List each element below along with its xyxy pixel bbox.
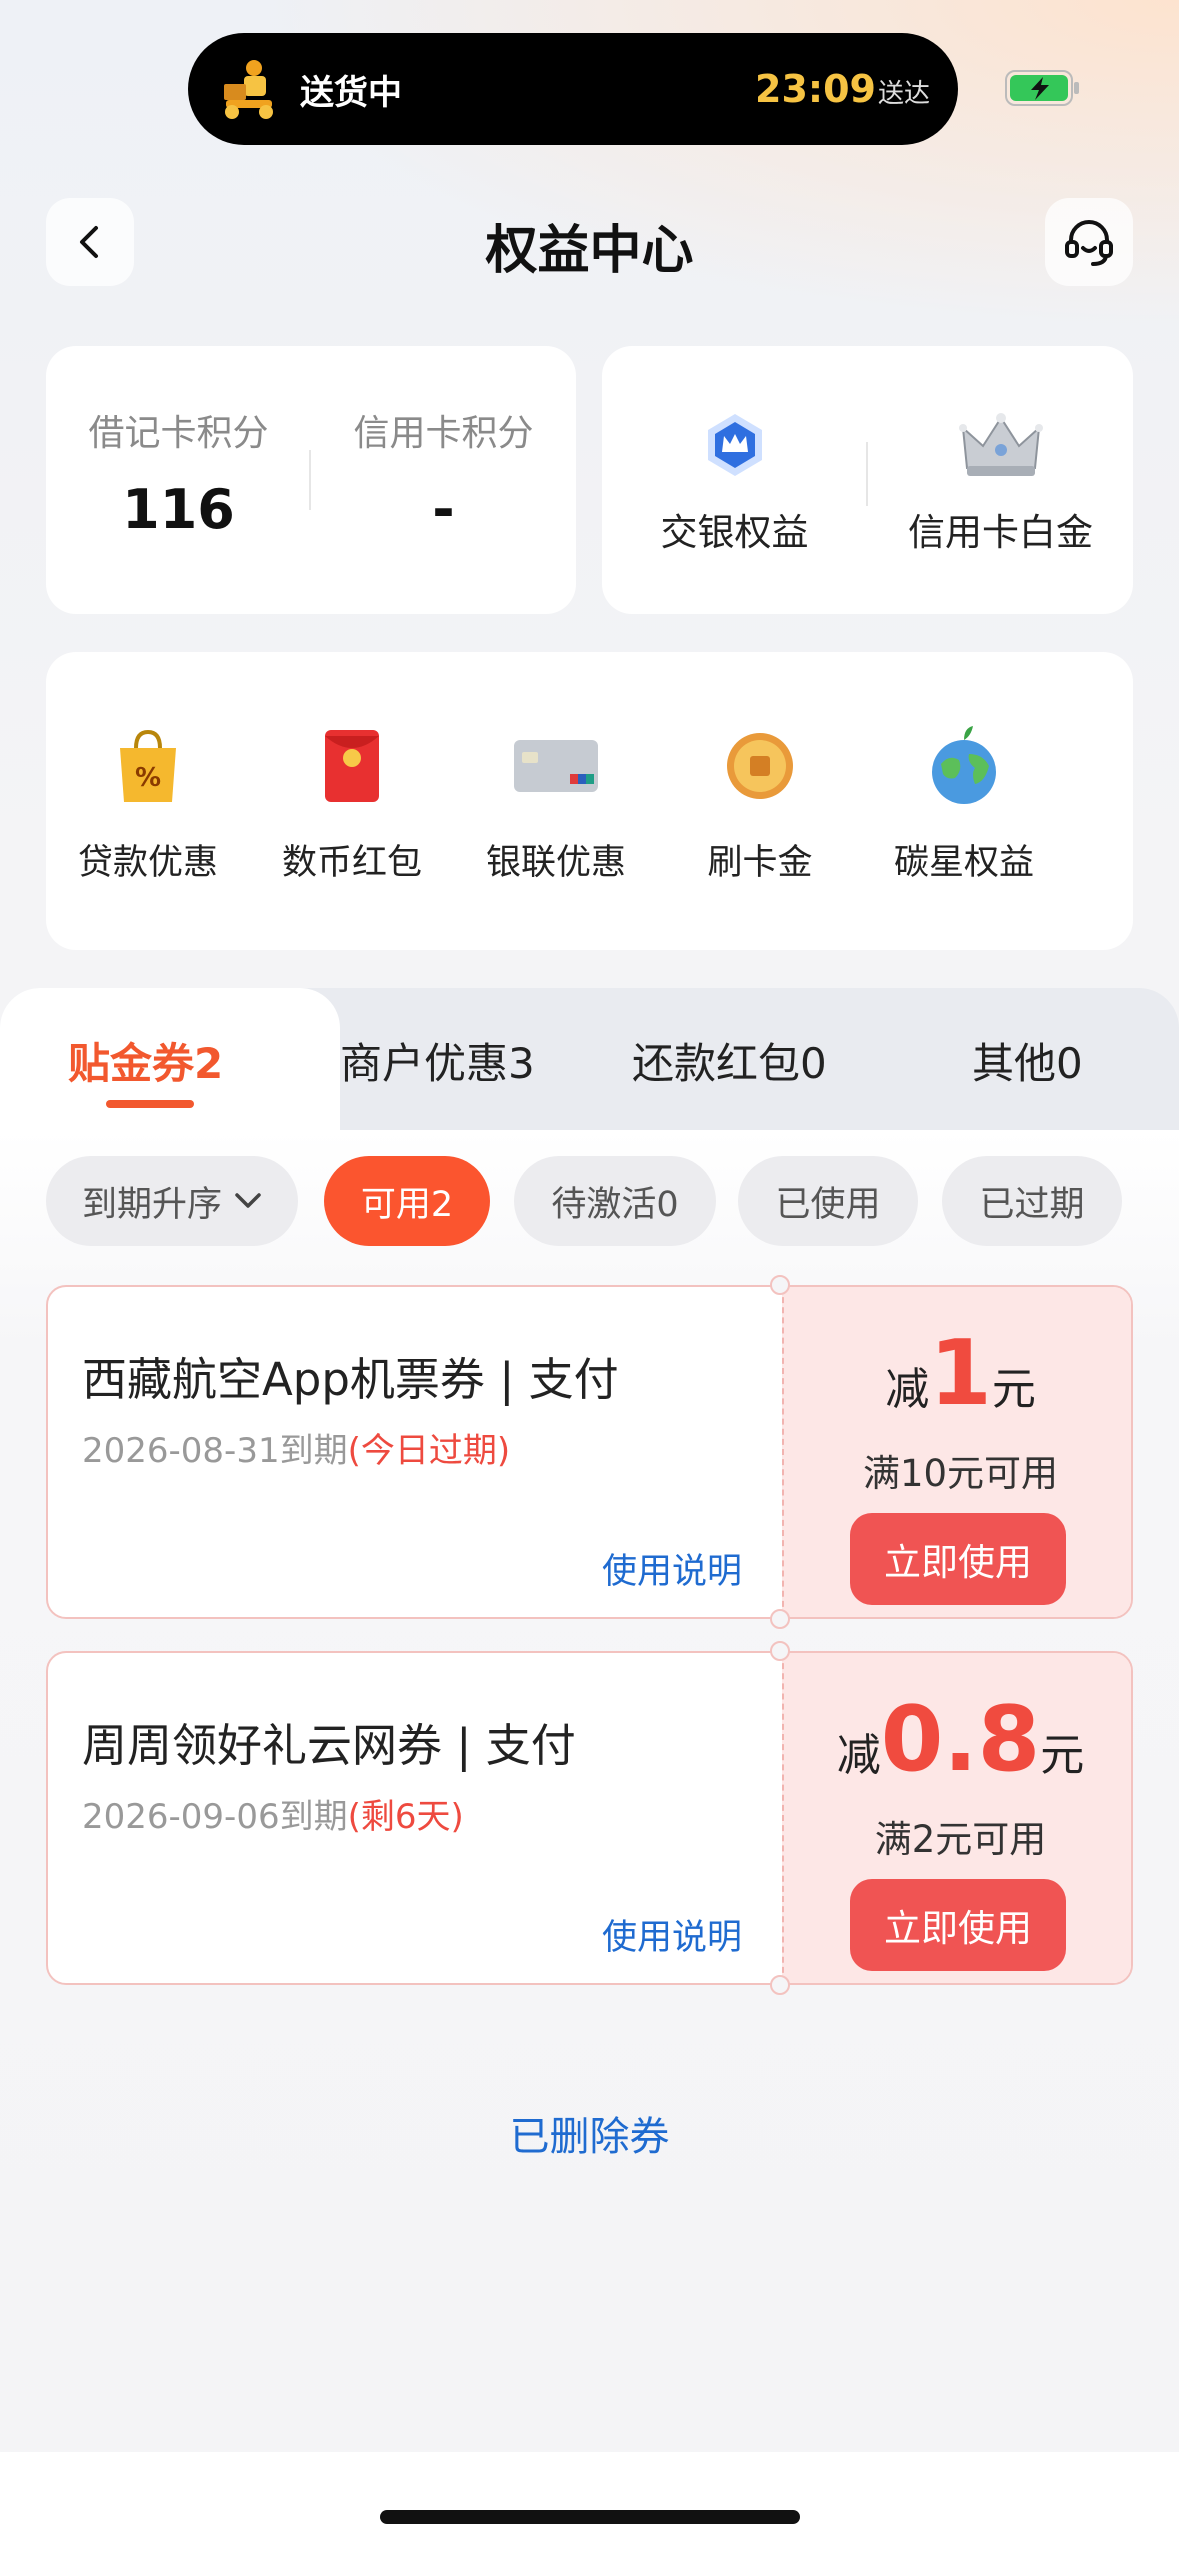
bank-card-icon <box>514 740 598 792</box>
deleted-coupons-link[interactable]: 已删除券 <box>0 2104 1179 2162</box>
sort-dropdown[interactable]: 到期升序 <box>46 1156 298 1246</box>
credit-points-label: 信用卡积分 <box>353 413 534 454</box>
discount-amount: 1 <box>929 1321 992 1426</box>
coupon-discount: 减0.8元 <box>784 1695 1131 1785</box>
shortcut-loan-discount[interactable]: % 贷款优惠 <box>46 724 250 885</box>
tab-others[interactable]: 其他0 <box>972 1030 1083 1091</box>
delivery-status: 送货中 <box>300 72 402 113</box>
shortcut-label: 银联优惠 <box>485 843 626 883</box>
coupon-condition: 满10元可用 <box>862 1452 1059 1495</box>
eta: 23:09 送达 <box>755 67 930 111</box>
coupon-expiry-date: 2026-09-06到期 <box>82 1797 348 1837</box>
filter-available[interactable]: 可用2 <box>324 1156 490 1246</box>
shortcuts-card: % 贷款优惠 数币红包 银联优惠 刷卡金 碳星权益 <box>46 652 1133 950</box>
shortcut-carbon-star[interactable]: 碳星权益 <box>862 724 1066 885</box>
credit-points[interactable]: 信用卡积分 - <box>311 404 576 541</box>
tab-repayment-red-envelopes[interactable]: 还款红包0 <box>632 1030 827 1091</box>
shortcut-label: 刷卡金 <box>707 843 813 883</box>
filter-used[interactable]: 已使用 <box>738 1156 918 1246</box>
debit-points-value: 116 <box>122 478 235 541</box>
shortcut-label: 数币红包 <box>281 843 422 883</box>
credit-points-value: - <box>432 478 455 541</box>
shortcut-unionpay-discount[interactable]: 银联优惠 <box>454 724 658 885</box>
coupon-card: 周周领好礼云网券 | 支付 2026-09-06到期(剩6天) 使用说明 减0.… <box>46 1651 1133 1985</box>
shopping-bag-icon: % <box>120 729 176 802</box>
coupon-value-panel: 减0.8元 满2元可用 立即使用 <box>782 1653 1131 1983</box>
coupon-notch <box>770 1609 790 1629</box>
coupon-notch <box>770 1275 790 1295</box>
tab-merchant-offers[interactable]: 商户优惠3 <box>340 1030 535 1091</box>
coupon-title: 西藏航空App机票券 | 支付 <box>82 1353 619 1406</box>
battery-icon <box>1005 70 1079 106</box>
shortcut-label: 贷款优惠 <box>77 843 218 883</box>
coupon-notch <box>770 1975 790 1995</box>
coin-icon <box>727 733 793 799</box>
coupon-value-panel: 减1元 满10元可用 立即使用 <box>782 1287 1131 1617</box>
bocom-rights[interactable]: 交银权益 <box>602 406 867 556</box>
rights-card: 交银权益 信用卡白金 <box>602 346 1133 614</box>
silver-crown-icon <box>958 413 1043 476</box>
shortcut-card-gold[interactable]: 刷卡金 <box>658 724 862 885</box>
eta-suffix: 送达 <box>877 79 930 109</box>
bocom-rights-label: 交银权益 <box>660 511 809 554</box>
filter-expired[interactable]: 已过期 <box>942 1156 1122 1246</box>
page-title: 权益中心 <box>485 221 694 281</box>
coupon-title: 周周领好礼云网券 | 支付 <box>82 1719 576 1772</box>
coupon-expiry-note: (剩6天) <box>347 1797 464 1837</box>
coupon-condition: 满2元可用 <box>874 1818 1047 1861</box>
coupon-notch <box>770 1641 790 1661</box>
discount-unit: 元 <box>1040 1730 1085 1781</box>
eta-time: 23:09 <box>755 67 876 111</box>
use-now-button[interactable]: 立即使用 <box>850 1879 1066 1971</box>
red-envelope-icon <box>325 730 379 802</box>
chevron-down-icon <box>234 1192 262 1210</box>
discount-prefix: 减 <box>885 1364 930 1415</box>
earth-icon <box>932 726 996 804</box>
coupon-expiry: 2026-08-31到期(今日过期) <box>82 1423 510 1472</box>
shortcut-label: 碳星权益 <box>893 843 1034 883</box>
live-activity-island[interactable]: 送货中 23:09 送达 <box>188 33 958 145</box>
home-indicator[interactable] <box>380 2510 800 2524</box>
filter-pending-activation[interactable]: 待激活0 <box>514 1156 716 1246</box>
tab-gold-coupons[interactable]: 贴金券2 <box>68 1030 223 1091</box>
delivery-courier-icon <box>224 60 273 119</box>
debit-points[interactable]: 借记卡积分 116 <box>46 404 311 541</box>
usage-instructions-link[interactable]: 使用说明 <box>602 1543 742 1594</box>
bottom-safe-area <box>0 2452 1179 2556</box>
discount-unit: 元 <box>991 1364 1036 1415</box>
shortcut-digital-red-envelope[interactable]: 数币红包 <box>250 724 454 885</box>
coupon-discount: 减1元 <box>784 1329 1131 1419</box>
debit-points-label: 借记卡积分 <box>88 413 269 454</box>
discount-amount: 0.8 <box>880 1687 1041 1792</box>
usage-instructions-link[interactable]: 使用说明 <box>602 1909 742 1960</box>
active-tab-indicator <box>106 1100 194 1108</box>
crown-badge-icon <box>707 414 762 476</box>
coupon-expiry: 2026-09-06到期(剩6天) <box>82 1789 464 1838</box>
headset-icon <box>1065 220 1113 266</box>
discount-prefix: 减 <box>836 1730 881 1781</box>
sort-label: 到期升序 <box>81 1184 222 1225</box>
points-card: 借记卡积分 116 信用卡积分 - <box>46 346 576 614</box>
use-now-button[interactable]: 立即使用 <box>850 1513 1066 1605</box>
credit-card-platinum-label: 信用卡白金 <box>908 511 1093 554</box>
coupon-expiry-date: 2026-08-31到期 <box>82 1431 348 1471</box>
customer-service-button[interactable] <box>1045 198 1133 286</box>
coupon-card: 西藏航空App机票券 | 支付 2026-08-31到期(今日过期) 使用说明 … <box>46 1285 1133 1619</box>
credit-card-platinum[interactable]: 信用卡白金 <box>868 406 1133 556</box>
svg-text:%: % <box>135 763 161 793</box>
coupon-expiry-note: (今日过期) <box>347 1431 511 1471</box>
